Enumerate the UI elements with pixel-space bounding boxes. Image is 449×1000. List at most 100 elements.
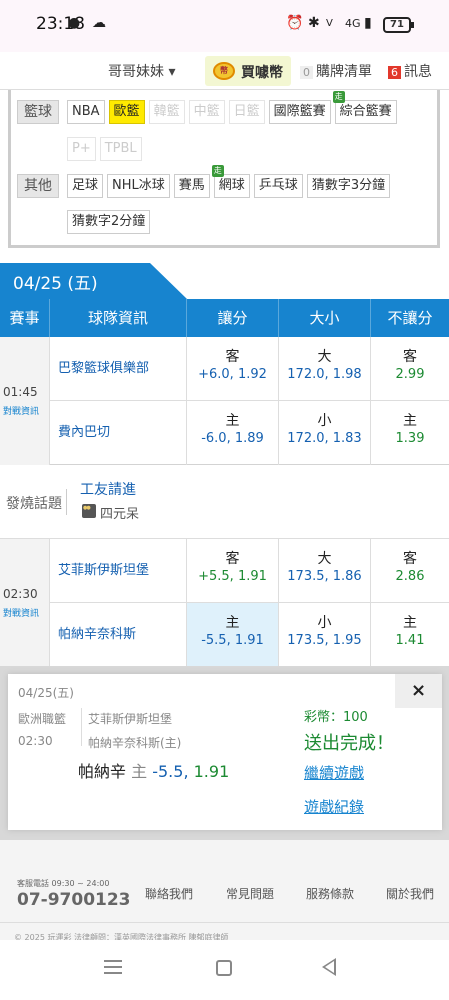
bet-pick: 帕納辛 主 -5.5, 1.91 (78, 758, 229, 782)
cart-label: 購牌清單 (316, 64, 372, 80)
odds-spread-away[interactable]: 客 +6.0, 1.92 (187, 337, 279, 400)
top-nav: 哥哥妹妹 ▾ 幣 買噱幣 0 購牌清單 6 訊息 (0, 52, 449, 90)
support-phone[interactable]: 07-9700123 (17, 890, 131, 910)
pick-team: 帕納辛 (78, 762, 127, 781)
bet-time: 02:30 (18, 734, 53, 748)
back-icon[interactable] (322, 958, 336, 976)
pick-line: -5.5, (152, 762, 189, 781)
league-euroleague[interactable]: 歐籃 (108, 100, 145, 124)
home-team[interactable]: 帕納辛奈科斯 (50, 603, 187, 667)
odds-total-over[interactable]: 大 172.0, 1.98 (279, 337, 371, 400)
odds-spread-away[interactable]: 客 +5.5, 1.91 (187, 539, 279, 602)
league-kbl: 韓籃 (148, 100, 185, 124)
bet-confirmation-panel: 04/25(五) 歐洲職籃 02:30 艾菲斯伊斯坦堡 帕納辛奈科斯(主) 帕納… (0, 666, 449, 840)
footer-link-about[interactable]: 關於我們 (386, 885, 434, 902)
date-label: 04/25 (五) (13, 274, 98, 294)
volte-icon: Ⅴ (326, 18, 333, 29)
date-tab: 04/25 (五) (0, 263, 187, 299)
pick-price: 1.91 (193, 762, 230, 781)
league-bleague: 日籃 (228, 100, 265, 124)
away-team[interactable]: 艾菲斯伊斯坦堡 (50, 539, 187, 602)
league-cba: 中籃 (188, 100, 225, 124)
bet-league: 歐洲職籃 (18, 712, 67, 726)
footer-link-terms[interactable]: 服務條款 (306, 885, 354, 902)
buy-coin-label: 買噱幣 (241, 65, 283, 81)
league-mixed[interactable]: 走綜合籃賽 (332, 91, 397, 124)
game-guess-2min[interactable]: 猜數字2分鐘 (67, 210, 151, 234)
close-icon[interactable]: × (395, 674, 442, 708)
divider (81, 708, 82, 746)
bet-team-home: 帕納辛奈科斯(主) (88, 736, 182, 750)
category-other[interactable]: 其他 (17, 174, 59, 198)
odds-ml-away[interactable]: 客 2.86 (371, 539, 449, 602)
category-basketball[interactable]: 籃球 (17, 100, 59, 124)
line-notification-icon: ● (68, 15, 81, 31)
system-status-bar: 23:18 ● ☁ ⏰ ✱ Ⅴ 4G ▮ 71 (0, 0, 449, 52)
league-pplus: P+ (67, 137, 96, 161)
coin-balance: 彩幣：100 (304, 710, 368, 725)
alarm-icon: ⏰ (286, 15, 304, 31)
sport-soccer[interactable]: 足球 (67, 174, 104, 198)
divider (66, 489, 67, 515)
league-tpbl: TPBL (99, 137, 142, 161)
buy-coin-button[interactable]: 幣 買噱幣 (205, 56, 291, 86)
match-detail-link[interactable]: 對戰資訊 (3, 606, 39, 619)
bet-date: 04/25(五) (18, 686, 74, 700)
odds-spread-home[interactable]: 主 -6.0, 1.89 (187, 401, 279, 465)
support-hours: 客服電話 09:30 ~ 24:00 (17, 879, 110, 888)
footer-link-faq[interactable]: 常見問題 (226, 885, 274, 902)
odds-total-under[interactable]: 小 173.5, 1.95 (279, 603, 371, 667)
sport-nhl[interactable]: NHL冰球 (107, 174, 170, 198)
home-icon[interactable] (216, 960, 232, 976)
live-mark-icon: 走 (211, 165, 224, 177)
message-count: 6 (388, 66, 401, 79)
sport-table-tennis[interactable]: 乒乓球 (253, 174, 303, 198)
message-link[interactable]: 6 訊息 (388, 61, 432, 81)
sport-horse-racing[interactable]: 賽馬 (173, 174, 210, 198)
home-team[interactable]: 費內巴切 (50, 401, 187, 465)
header-moneyline: 不讓分 (387, 309, 433, 327)
hot-topic-label: 發燒話題 (6, 496, 62, 512)
message-label: 訊息 (404, 64, 432, 80)
sport-tennis[interactable]: 走網球 (211, 165, 250, 198)
match-time: 01:45 (3, 385, 38, 399)
league-nba[interactable]: NBA (67, 100, 105, 124)
network-icon: 4G (345, 17, 361, 30)
odds-ml-home[interactable]: 主 1.39 (371, 401, 449, 465)
odds-ml-home[interactable]: 主 1.41 (371, 603, 449, 667)
odds-table-header: 賽事 球隊資訊 讓分 大小 不讓分 (0, 299, 449, 337)
divider (0, 922, 449, 923)
pick-side: 主 (131, 762, 148, 781)
recent-apps-icon[interactable] (104, 960, 122, 974)
header-total: 大小 (279, 299, 371, 337)
league-filter: 籃球 NBA 歐籃 韓籃 中籃 日籃 國際籃賽 走綜合籃賽 P+ TPBL 其他… (8, 90, 440, 248)
bet-team-away: 艾菲斯伊斯坦堡 (88, 712, 173, 726)
submit-success-message: 送出完成！ (304, 733, 394, 754)
odds-total-under[interactable]: 小 172.0, 1.83 (279, 401, 371, 465)
cloud-icon: ☁ (92, 15, 106, 31)
odds-spread-home-selected[interactable]: 主 -5.5, 1.91 (187, 603, 279, 667)
bluetooth-icon: ✱ (308, 15, 320, 31)
user-avatar-icon (82, 504, 96, 518)
game-guess-3min[interactable]: 猜數字3分鐘 (306, 174, 391, 198)
system-nav-bar (0, 940, 449, 1000)
cart-count: 0 (300, 66, 313, 79)
odds-ml-away[interactable]: 客 2.99 (371, 337, 449, 400)
hot-topic-author[interactable]: 四元呆 (100, 503, 139, 522)
user-menu[interactable]: 哥哥妹妹 ▾ (108, 61, 175, 81)
battery-icon: 71 (383, 17, 414, 33)
game-history-link[interactable]: 遊戲紀錄 (304, 796, 364, 817)
match-time: 02:30 (3, 587, 38, 601)
footer-link-contact[interactable]: 聯絡我們 (145, 885, 193, 902)
match-row: 01:45 對戰資訊 巴黎籃球俱樂部 客 +6.0, 1.92 大 172.0, 1… (0, 337, 449, 465)
hot-topic-title[interactable]: 工友請進 (80, 479, 136, 499)
cart-link[interactable]: 0 購牌清單 (300, 61, 372, 81)
odds-total-over[interactable]: 大 173.5, 1.86 (279, 539, 371, 602)
match-info: 02:30 對戰資訊 (0, 539, 50, 667)
league-international[interactable]: 國際籃賽 (268, 100, 331, 124)
continue-game-link[interactable]: 繼續遊戲 (304, 762, 364, 783)
match-detail-link[interactable]: 對戰資訊 (3, 404, 39, 417)
live-mark-icon: 走 (332, 91, 345, 103)
bet-confirmation-card: 04/25(五) 歐洲職籃 02:30 艾菲斯伊斯坦堡 帕納辛奈科斯(主) 帕納… (8, 674, 442, 830)
away-team[interactable]: 巴黎籃球俱樂部 (50, 337, 187, 400)
